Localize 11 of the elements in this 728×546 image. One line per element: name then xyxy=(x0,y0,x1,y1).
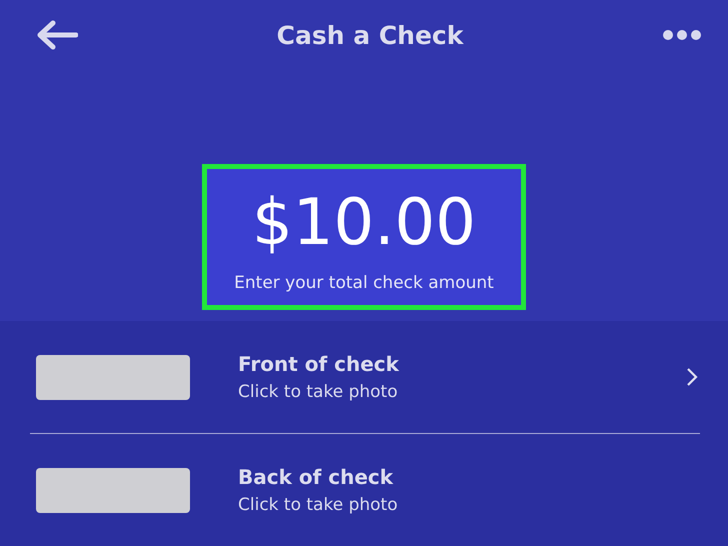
more-icon[interactable] xyxy=(662,29,702,41)
screen-title: Cash a Check xyxy=(276,20,464,50)
back-arrow-icon[interactable] xyxy=(36,20,78,50)
row-title: Back of check xyxy=(238,465,394,489)
amount-value: $10.00 xyxy=(252,191,476,255)
row-title: Front of check xyxy=(238,352,400,376)
amount-field[interactable]: $10.00 Enter your total check amount xyxy=(202,164,526,310)
chevron-icon[interactable] xyxy=(686,367,698,387)
row-subtitle: Click to take photo xyxy=(238,382,399,402)
row-subtitle: Click to take photo xyxy=(238,495,399,515)
amount-caption: Enter your total check amount xyxy=(234,273,494,293)
